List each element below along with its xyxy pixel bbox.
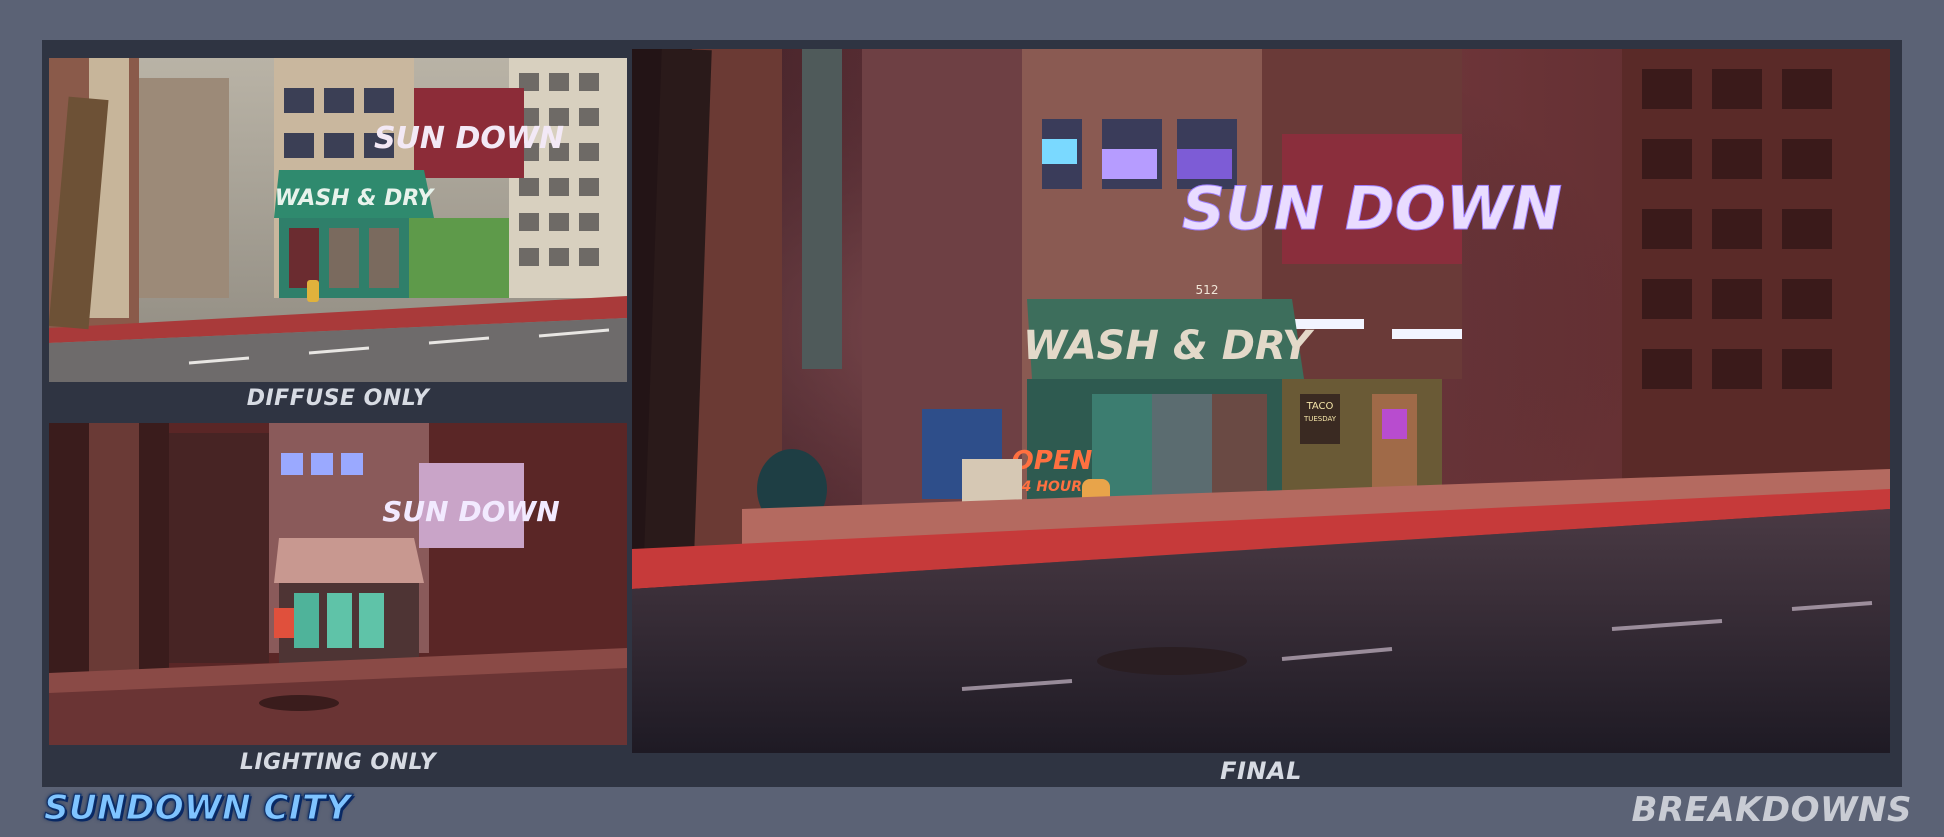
- lighting-sundown-sign: SUN DOWN: [382, 495, 559, 528]
- diffuse-wash-dry-sign: WASH & DRY: [275, 186, 435, 211]
- diffuse-scene-image: SUN DOWN WASH & DRY: [49, 58, 627, 382]
- breakdowns-title: BREAKDOWNS: [1631, 790, 1912, 830]
- final-sundown-sign: SUN DOWN: [1182, 174, 1562, 244]
- lighting-scene-image: SUN DOWN: [49, 423, 627, 745]
- taco-tuesday-sign: TUESDAY: [1303, 415, 1337, 423]
- sundown-city-logo: SUNDOWN CITY: [44, 788, 351, 829]
- final-scene-image: SUN DOWN WASH & DRY 512 OPEN 24 HOURS TA…: [632, 49, 1890, 753]
- lighting-only-caption: LIGHTING ONLY: [239, 750, 437, 775]
- open-sign: OPEN: [1012, 446, 1093, 476]
- final-panel: SUN DOWN WASH & DRY 512 OPEN 24 HOURS TA…: [632, 49, 1890, 753]
- address-number: 512: [1196, 283, 1219, 297]
- taco-sign: TACO: [1306, 401, 1334, 412]
- final-wash-dry-sign: WASH & DRY: [1023, 323, 1315, 369]
- diffuse-only-caption: DIFFUSE ONLY: [246, 386, 430, 411]
- lighting-only-panel: SUN DOWN: [49, 423, 627, 745]
- diffuse-only-panel: SUN DOWN WASH & DRY: [49, 58, 627, 382]
- hours-sign: 24 HOURS: [1012, 479, 1092, 495]
- breakdown-frame: SUN DOWN WASH & DRY DIFFUSE ONLY SUN DOW…: [42, 40, 1902, 787]
- diffuse-sundown-sign: SUN DOWN: [374, 121, 564, 156]
- final-caption: FINAL: [1220, 757, 1302, 785]
